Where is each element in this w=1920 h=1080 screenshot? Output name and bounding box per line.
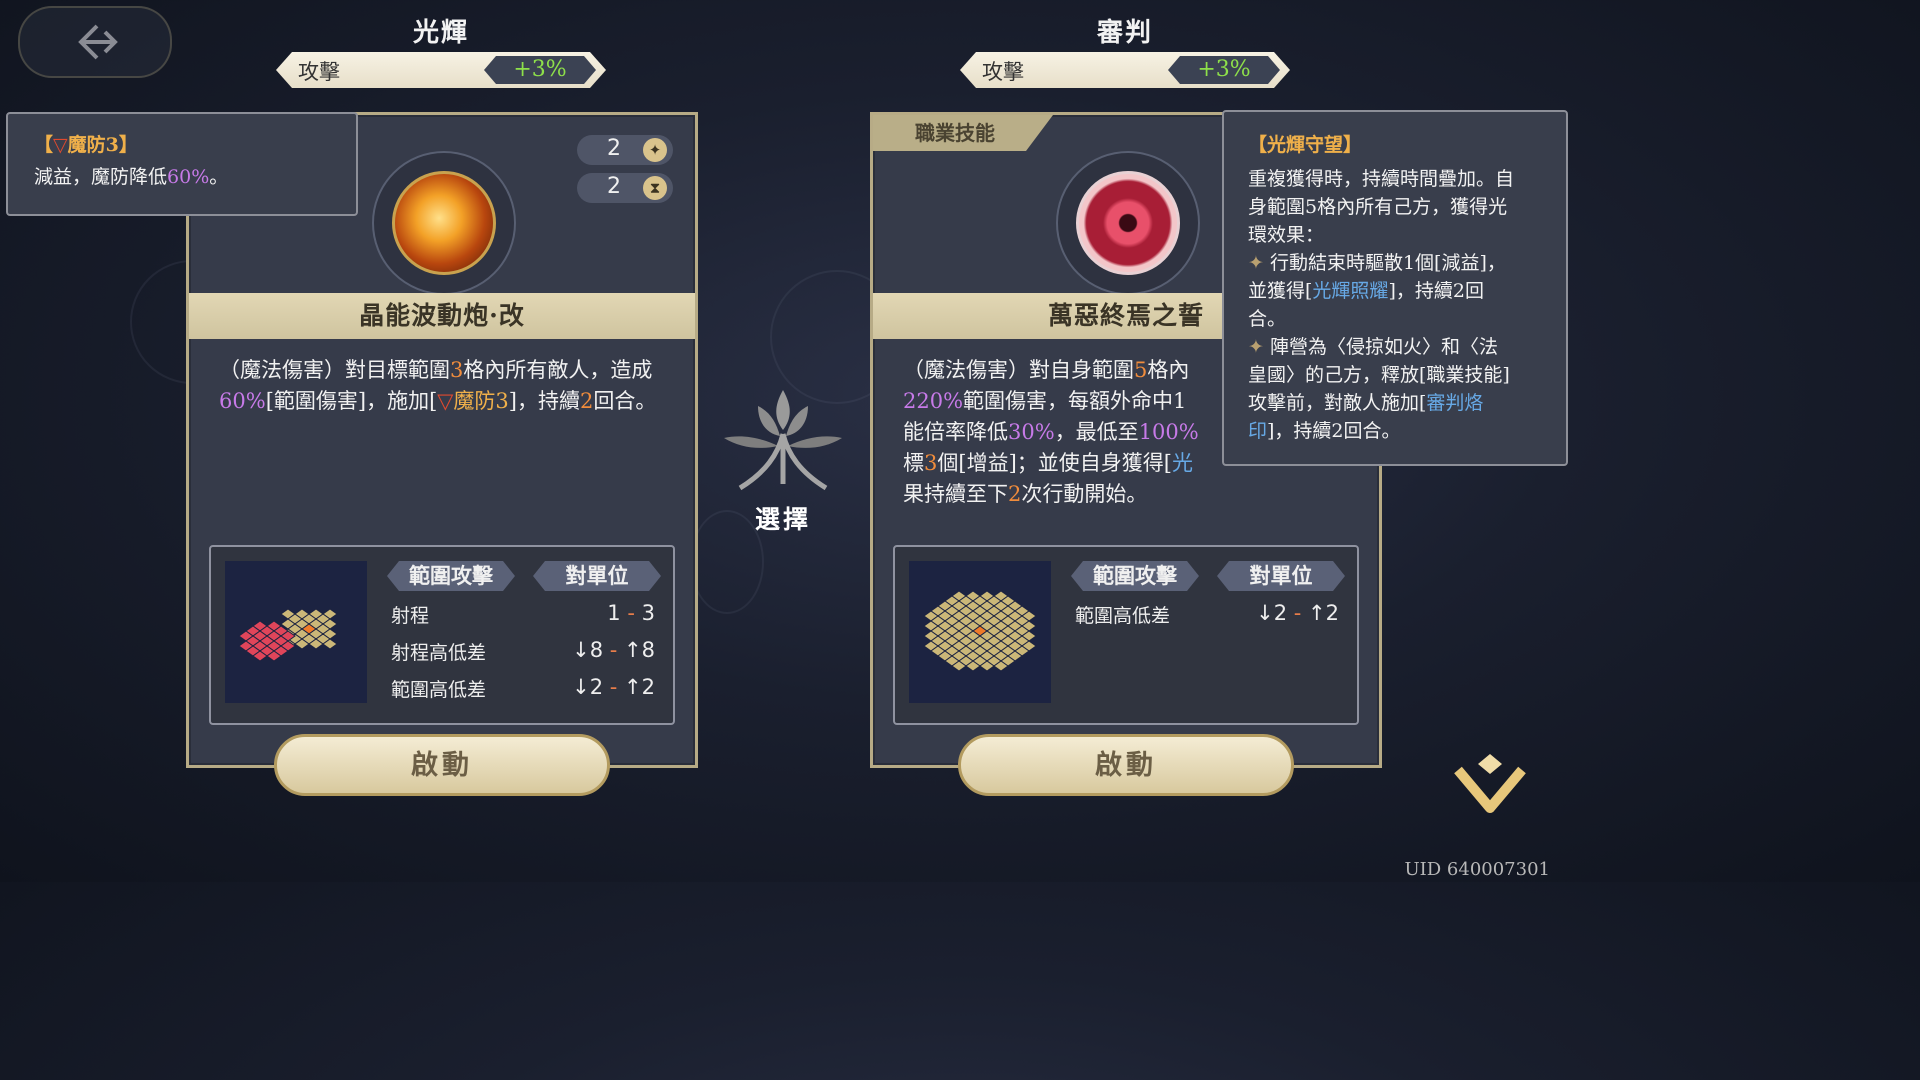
tree-emblem-icon xyxy=(724,390,842,491)
sun-icon: ✦ xyxy=(643,138,667,162)
class-skill-tag: 職業技能 xyxy=(873,115,1053,151)
range-row: 射程 1 - 3 xyxy=(391,601,655,627)
range-info-panel: 範圍攻擊 對單位 射程 1 - 3 射程高低差 ↓8 - ↑8 範圍高低差 ↓2… xyxy=(209,545,675,725)
cooldown-pill: 2 ⧗ xyxy=(577,173,673,203)
debuff-tooltip-body: 減益，魔防降低60%。 xyxy=(34,166,229,188)
range-height-row: 射程高低差 ↓8 - ↑8 xyxy=(391,638,655,664)
skill-icon-frame xyxy=(372,151,516,295)
buff-tooltip: 【光輝守望】 重複獲得時，持續時間疊加。自 身範圍5格內所有己方，獲得光 環效果… xyxy=(1222,110,1568,466)
select-emblem[interactable]: 選擇 xyxy=(718,384,848,534)
area-height-row: 範圍高低差 ↓2 - ↑2 xyxy=(391,675,655,701)
area-height-row: 範圍高低差 ↓2 - ↑2 xyxy=(1075,601,1339,627)
skill-icon xyxy=(1076,171,1180,275)
back-button[interactable] xyxy=(18,6,172,78)
right-stat-value: +3% xyxy=(1168,56,1280,84)
debuff-tooltip-title: 【▽魔防3】 xyxy=(34,134,138,156)
left-stat-bar: 攻擊 +3% xyxy=(276,52,606,88)
left-activate-button[interactable]: 啟動 xyxy=(274,734,610,796)
range-info-panel: 範圍攻擊 對單位 範圍高低差 ↓2 - ↑2 xyxy=(893,545,1359,725)
area-attack-tag: 範圍攻擊 xyxy=(1071,561,1199,591)
left-stat-value: +3% xyxy=(484,56,596,84)
skill-icon-frame xyxy=(1056,151,1200,295)
cooldown-value: 2 xyxy=(607,174,621,199)
single-target-tag: 對單位 xyxy=(533,561,661,591)
buff-tooltip-body: 重複獲得時，持續時間疊加。自 身範圍5格內所有己方，獲得光 環效果： ✦ 行動結… xyxy=(1248,168,1515,442)
buff-tooltip-title: 【光輝守望】 xyxy=(1248,134,1363,156)
skill-description: （魔法傷害）對目標範圍3格內所有敵人，造成60%[範圍傷害]，施加[▽魔防3]，… xyxy=(219,358,657,413)
bullet-star-icon: ✦ xyxy=(1248,252,1270,274)
debuff-triangle-icon: ▽ xyxy=(437,389,454,413)
back-arrow-icon xyxy=(78,24,118,60)
cost-value: 2 xyxy=(607,136,621,161)
right-stat-label: 攻擊 xyxy=(982,60,1024,84)
range-grid-diagram xyxy=(909,561,1051,703)
single-target-tag: 對單位 xyxy=(1217,561,1345,591)
range-grid-diagram xyxy=(225,561,367,703)
area-attack-tag: 範圍攻擊 xyxy=(387,561,515,591)
right-stat-bar: 攻擊 +3% xyxy=(960,52,1290,88)
left-stat-label: 攻擊 xyxy=(298,60,340,84)
left-column-title: 光輝 xyxy=(412,18,469,48)
skill-icon xyxy=(392,171,496,275)
right-column-title: 審判 xyxy=(1096,18,1153,48)
user-id: UID 640007301 xyxy=(1404,859,1550,880)
select-label: 選擇 xyxy=(754,505,811,534)
chevron-down-icon[interactable] xyxy=(1452,752,1528,818)
skill-name: 晶能波動炮·改 xyxy=(189,293,695,339)
right-activate-button[interactable]: 啟動 xyxy=(958,734,1294,796)
debuff-tooltip: 【▽魔防3】 減益，魔防降低60%。 xyxy=(6,112,358,216)
hourglass-icon: ⧗ xyxy=(643,176,667,200)
cost-pill: 2 ✦ xyxy=(577,135,673,165)
bullet-star-icon: ✦ xyxy=(1248,336,1270,358)
